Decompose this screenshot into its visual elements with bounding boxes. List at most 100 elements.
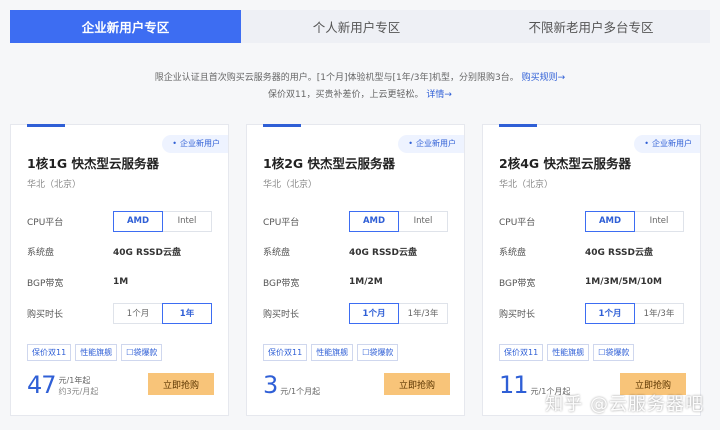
- dot-icon: •: [644, 139, 649, 148]
- badge-label: 企业新用户: [416, 139, 456, 148]
- card-region: 华北（北京）: [27, 180, 82, 190]
- cpu-selector: AMD Intel: [585, 210, 684, 232]
- details-link[interactable]: 详情: [426, 90, 444, 100]
- card-region: 华北（北京）: [263, 180, 318, 190]
- feature-tags: 保价双11 性能旗舰 ☐袋爆款: [499, 344, 638, 361]
- disk-label: 系统盘: [499, 247, 527, 258]
- card-title: 1核2G 快杰型云服务器: [263, 156, 396, 171]
- badge-label: 企业新用户: [652, 139, 692, 148]
- duration-label: 购买时长: [263, 309, 300, 320]
- duration-option-1year[interactable]: 1年: [162, 302, 212, 324]
- feature-tags: 保价双11 性能旗舰 ☐袋爆款: [27, 344, 166, 361]
- enterprise-badge: • 企业新用户: [634, 135, 700, 153]
- dot-icon: •: [172, 139, 177, 148]
- card-accent-bar: [499, 124, 537, 127]
- disk-label: 系统盘: [27, 247, 55, 258]
- disk-value: 40G RSSD云盘: [113, 247, 182, 258]
- bandwidth-value: 1M: [113, 277, 129, 287]
- watermark: 知乎 @云服务器吧: [545, 394, 704, 415]
- card-region: 华北（北京）: [499, 180, 554, 190]
- disk-value: 40G RSSD云盘: [585, 247, 654, 258]
- tag-performance: 性能旗舰: [75, 344, 118, 361]
- cpu-row: CPU平台 AMD Intel: [27, 210, 217, 232]
- price-amount: 11: [499, 371, 529, 399]
- arrow-right-icon: →: [444, 90, 452, 100]
- zone-tabs: 企业新用户专区 个人新用户专区 不限新老用户多台专区: [10, 10, 710, 43]
- duration-label: 购买时长: [27, 309, 64, 320]
- tag-performance: 性能旗舰: [547, 344, 590, 361]
- bandwidth-row: BGP带宽 1M/3M/5M/10M: [499, 271, 689, 293]
- bandwidth-label: BGP带宽: [263, 278, 300, 289]
- cpu-option-intel[interactable]: Intel: [162, 210, 212, 232]
- product-card-1c2g: • 企业新用户 1核2G 快杰型云服务器 华北（北京） CPU平台 AMD Int…: [246, 124, 465, 416]
- duration-row: 购买时长 1个月 1年/3年: [263, 302, 453, 324]
- disk-value: 40G RSSD云盘: [349, 247, 418, 258]
- price-amount: 3: [263, 371, 278, 399]
- buy-now-button[interactable]: 立即抢购: [148, 373, 214, 395]
- price-unit: 元/1年起: [58, 376, 91, 385]
- card-accent-bar: [27, 124, 65, 127]
- product-card-2c4g: • 企业新用户 2核4G 快杰型云服务器 华北（北京） CPU平台 AMD Int…: [482, 124, 701, 416]
- duration-selector: 1个月 1年/3年: [349, 302, 448, 324]
- duration-label: 购买时长: [499, 309, 536, 320]
- card-accent-bar: [263, 124, 301, 127]
- card-title: 1核1G 快杰型云服务器: [27, 156, 160, 171]
- disk-row: 系统盘 40G RSSD云盘: [263, 240, 453, 262]
- feature-tags: 保价双11 性能旗舰 ☐袋爆款: [263, 344, 402, 361]
- tab-personal-new[interactable]: 个人新用户专区: [241, 10, 472, 43]
- intro-line1: 限企业认证且首次购买云服务器的用户。[1个月]体验机型与[1年/3年]机型，分别…: [154, 73, 519, 83]
- card-title: 2核4G 快杰型云服务器: [499, 156, 632, 171]
- enterprise-badge: • 企业新用户: [398, 135, 464, 153]
- tab-multi-unit[interactable]: 不限新老用户多台专区: [472, 10, 710, 43]
- bandwidth-value: 1M/2M: [349, 277, 383, 287]
- duration-option-1month[interactable]: 1个月: [585, 302, 635, 324]
- cpu-label: CPU平台: [263, 217, 300, 228]
- disk-row: 系统盘 40G RSSD云盘: [27, 240, 217, 262]
- tag-hot: ☐袋爆款: [121, 344, 163, 361]
- arrow-right-icon: →: [557, 73, 566, 83]
- bandwidth-value: 1M/3M/5M/10M: [585, 277, 662, 287]
- duration-option-1y3y[interactable]: 1年/3年: [398, 302, 448, 324]
- bandwidth-label: BGP带宽: [27, 278, 64, 289]
- tag-hot: ☐袋爆款: [593, 344, 635, 361]
- tag-price-protect: 保价双11: [499, 344, 544, 361]
- intro-line2: 保价双11，买贵补差价，上云更轻松。: [268, 90, 424, 100]
- cpu-option-amd[interactable]: AMD: [113, 210, 163, 232]
- enterprise-badge: • 企业新用户: [162, 135, 228, 153]
- cpu-row: CPU平台 AMD Intel: [499, 210, 689, 232]
- duration-option-1month[interactable]: 1个月: [349, 302, 399, 324]
- bandwidth-row: BGP带宽 1M: [27, 271, 217, 293]
- duration-row: 购买时长 1个月 1年/3年: [499, 302, 689, 324]
- cpu-option-amd[interactable]: AMD: [585, 210, 635, 232]
- tag-hot: ☐袋爆款: [357, 344, 399, 361]
- price-unit: 元/1个月起: [280, 387, 321, 396]
- dot-icon: •: [408, 139, 413, 148]
- price: 47 元/1年起 约3元/月起: [27, 373, 98, 397]
- cpu-label: CPU平台: [27, 217, 64, 228]
- disk-row: 系统盘 40G RSSD云盘: [499, 240, 689, 262]
- purchase-rules-link[interactable]: 购买规则: [522, 73, 558, 83]
- cpu-selector: AMD Intel: [349, 210, 448, 232]
- price-amount: 47: [27, 371, 57, 399]
- cpu-option-intel[interactable]: Intel: [634, 210, 684, 232]
- tag-price-protect: 保价双11: [263, 344, 308, 361]
- bandwidth-row: BGP带宽 1M/2M: [263, 271, 453, 293]
- duration-option-1y3y[interactable]: 1年/3年: [634, 302, 684, 324]
- cpu-label: CPU平台: [499, 217, 536, 228]
- tag-price-protect: 保价双11: [27, 344, 72, 361]
- duration-row: 购买时长 1个月 1年: [27, 302, 217, 324]
- intro-text: 限企业认证且首次购买云服务器的用户。[1个月]体验机型与[1年/3年]机型，分别…: [0, 70, 720, 104]
- duration-selector: 1个月 1年: [113, 302, 212, 324]
- duration-option-1month[interactable]: 1个月: [113, 302, 163, 324]
- badge-label: 企业新用户: [180, 139, 220, 148]
- price-sub: 约3元/月起: [58, 387, 99, 396]
- tag-performance: 性能旗舰: [311, 344, 354, 361]
- bandwidth-label: BGP带宽: [499, 278, 536, 289]
- tab-enterprise-new[interactable]: 企业新用户专区: [10, 10, 241, 43]
- cpu-row: CPU平台 AMD Intel: [263, 210, 453, 232]
- cpu-option-intel[interactable]: Intel: [398, 210, 448, 232]
- disk-label: 系统盘: [263, 247, 291, 258]
- buy-now-button[interactable]: 立即抢购: [384, 373, 450, 395]
- cpu-option-amd[interactable]: AMD: [349, 210, 399, 232]
- cpu-selector: AMD Intel: [113, 210, 212, 232]
